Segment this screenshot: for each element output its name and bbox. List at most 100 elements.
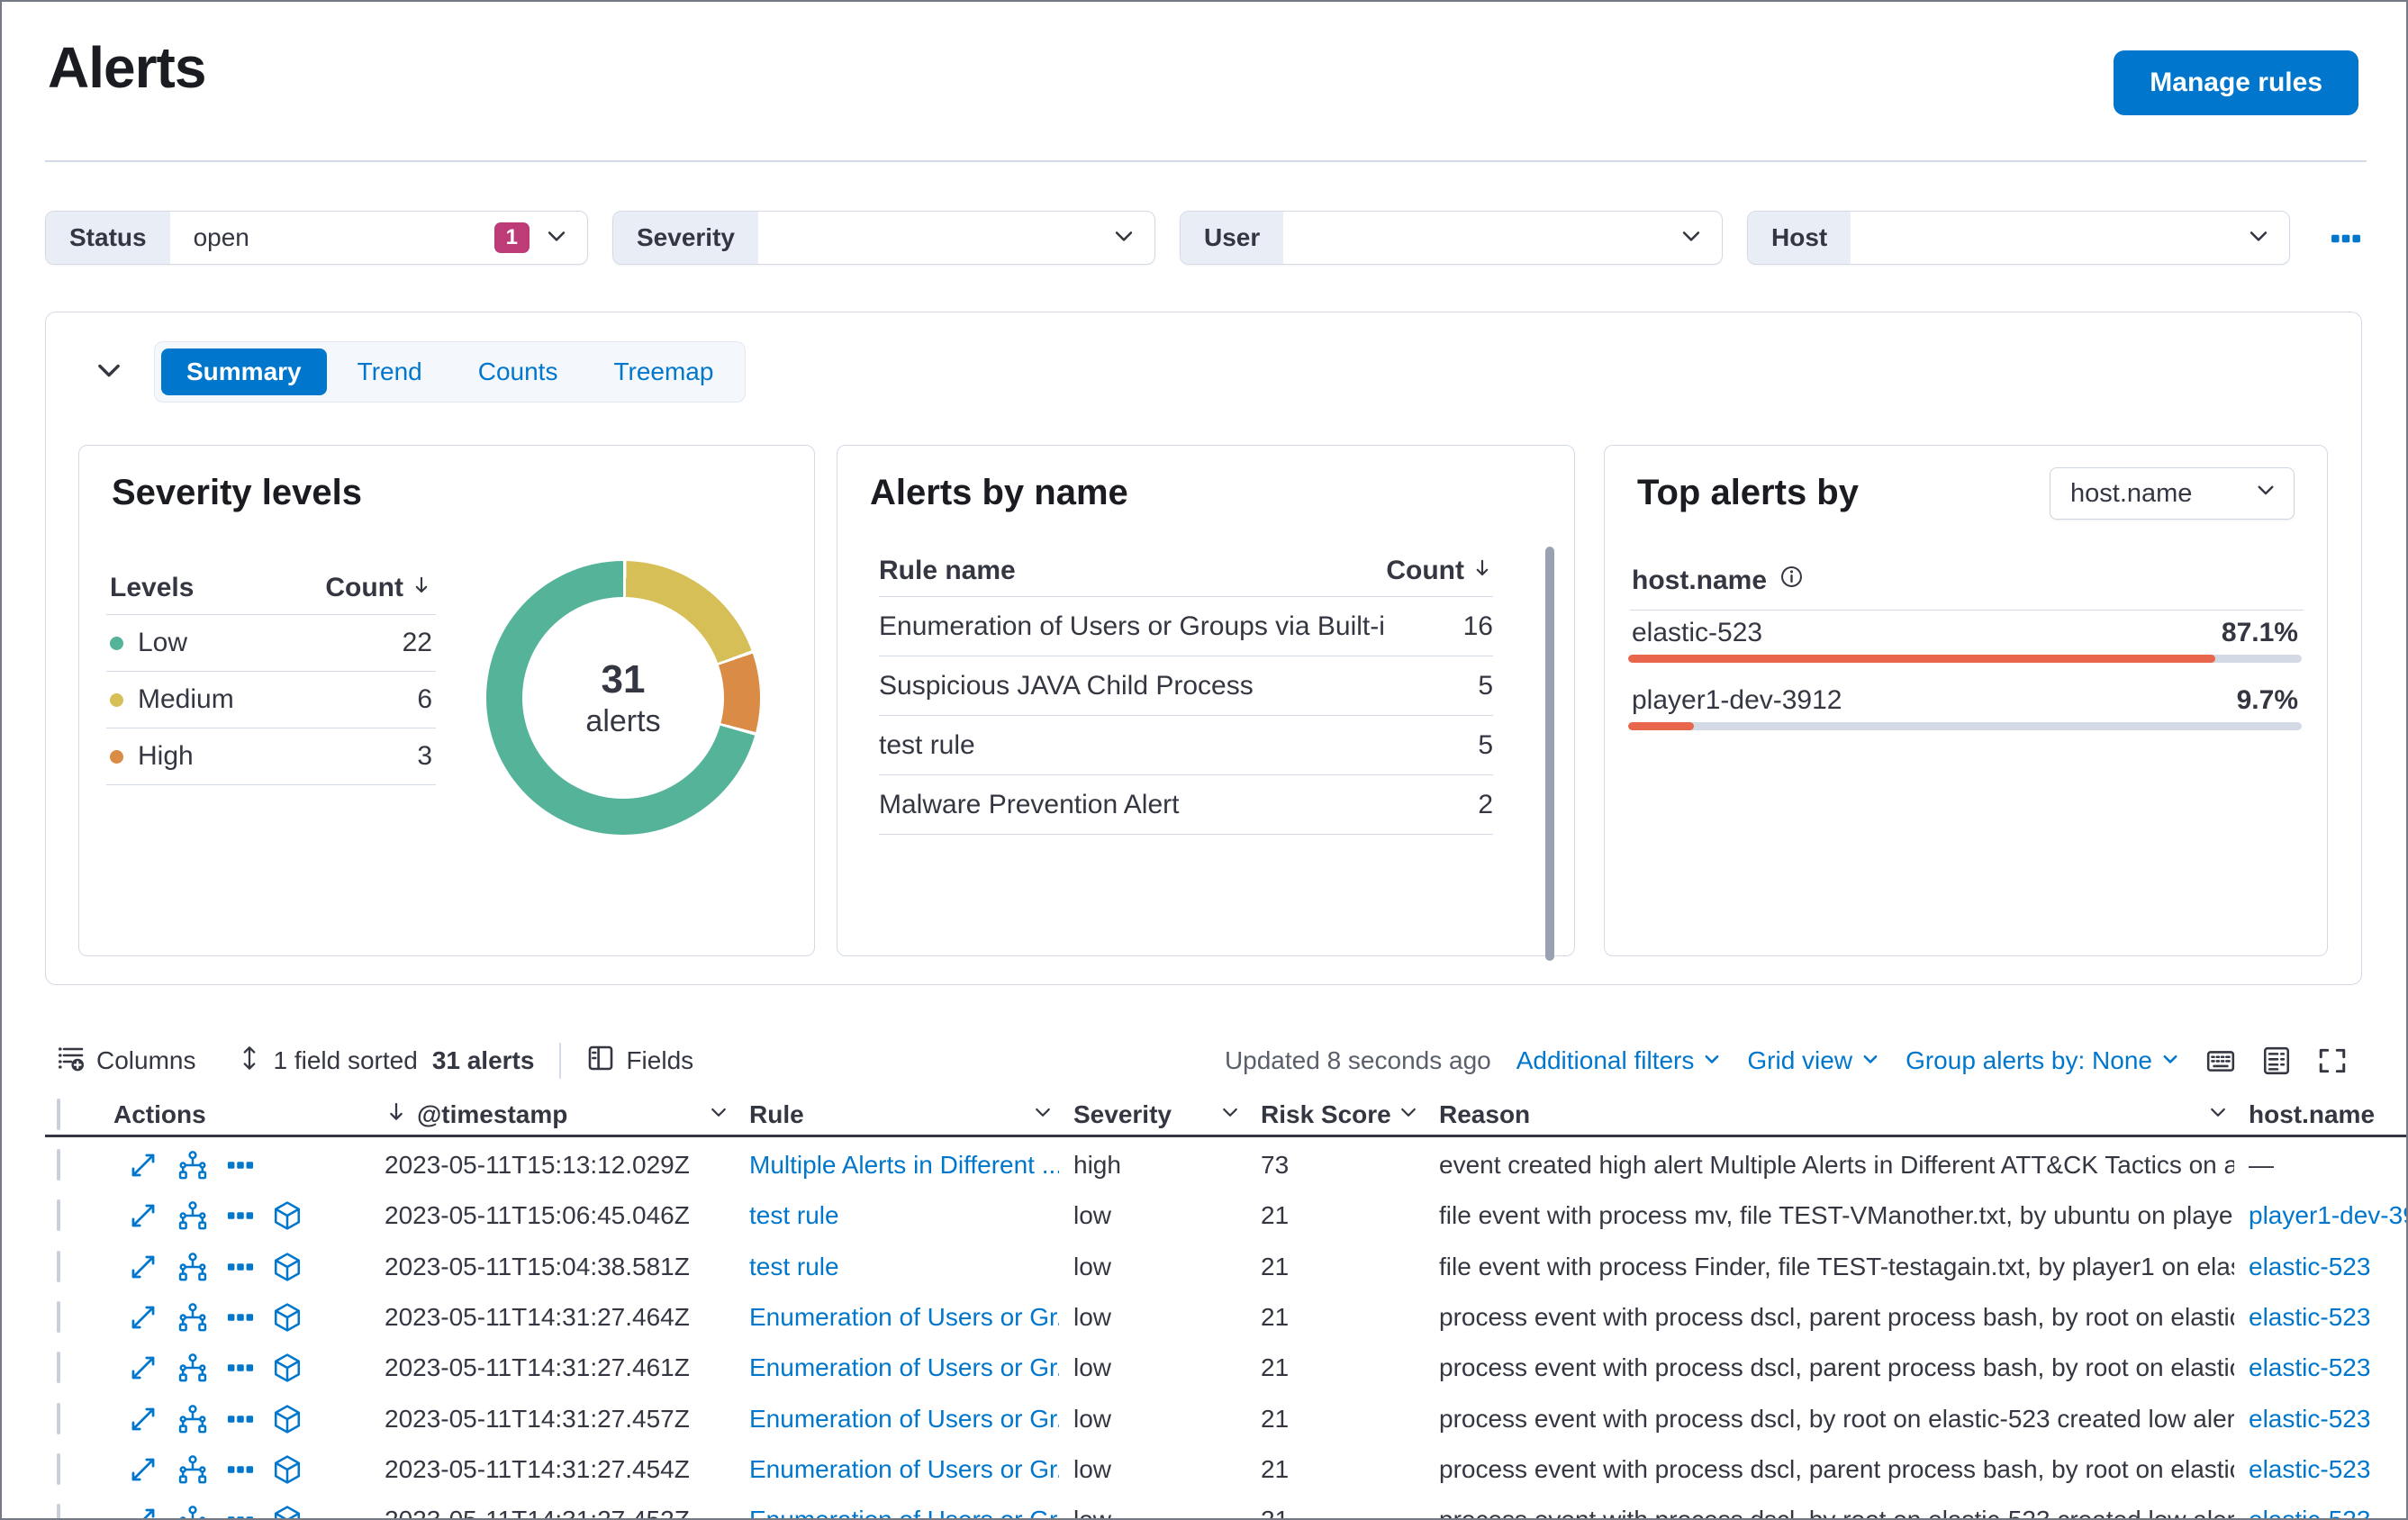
column-header[interactable]: host.name [2234, 1100, 2406, 1129]
analyze-event-icon[interactable] [177, 1301, 209, 1334]
expand-alert-icon[interactable] [128, 1454, 158, 1485]
manage-rules-button[interactable]: Manage rules [2114, 50, 2358, 115]
session-view-icon[interactable] [272, 1252, 303, 1282]
host-name-cell[interactable]: elastic-523 [2234, 1506, 2406, 1518]
host-name-cell[interactable]: elastic-523 [2234, 1405, 2406, 1434]
more-actions-icon[interactable] [227, 1152, 254, 1179]
expand-alert-icon[interactable] [128, 1252, 158, 1282]
filter-group[interactable]: Host [1747, 211, 2290, 265]
session-view-icon[interactable] [272, 1404, 303, 1434]
host-name-cell[interactable]: elastic-523 [2234, 1455, 2406, 1484]
select-all-checkbox[interactable] [57, 1099, 60, 1130]
analyze-event-icon[interactable] [177, 1199, 209, 1232]
tab[interactable]: Counts [453, 348, 584, 395]
severity-cell: low [1073, 1454, 1112, 1483]
alert-row: 2023-05-11T14:31:27.464Z Enumeration of … [45, 1292, 2406, 1343]
rule-link[interactable]: test rule [735, 1201, 1059, 1230]
rule-link[interactable]: Enumeration of Users or Gr... [735, 1405, 1059, 1434]
expand-alert-icon[interactable] [128, 1200, 158, 1231]
tab[interactable]: Trend [332, 348, 448, 395]
rule-link[interactable]: Enumeration of Users or Gr... [735, 1353, 1059, 1382]
expand-alert-icon[interactable] [128, 1302, 158, 1333]
more-actions-icon[interactable] [227, 1304, 254, 1331]
count-column-header[interactable]: Count [1386, 556, 1493, 586]
host-name-cell[interactable]: elastic-523 [2234, 1353, 2406, 1382]
row-checkbox[interactable] [57, 1504, 60, 1518]
top-alerts-field-select[interactable]: host.name [2050, 467, 2295, 520]
analyze-event-icon[interactable] [177, 1403, 209, 1435]
analyze-event-icon[interactable] [177, 1504, 209, 1518]
group-alerts-button[interactable]: Group alerts by: None [1906, 1046, 2180, 1075]
chevron-down-icon[interactable] [708, 1100, 729, 1129]
column-header[interactable]: @timestamp [370, 1100, 735, 1130]
expand-alert-icon[interactable] [128, 1353, 158, 1383]
host-name-cell[interactable]: elastic-523 [2234, 1303, 2406, 1332]
chevron-down-icon[interactable] [1398, 1100, 1419, 1129]
chevron-down-icon[interactable] [1219, 1100, 1241, 1129]
row-checkbox[interactable] [57, 1250, 60, 1282]
grid-view-button[interactable]: Grid view [1747, 1046, 1880, 1075]
keyboard-shortcuts-icon[interactable] [2205, 1045, 2236, 1076]
rule-link[interactable]: Enumeration of Users or Gr... [735, 1506, 1059, 1518]
row-checkbox[interactable] [57, 1199, 60, 1232]
more-actions-icon[interactable] [227, 1253, 254, 1280]
row-density-icon[interactable] [2261, 1045, 2292, 1076]
more-actions-icon[interactable] [227, 1202, 254, 1229]
session-view-icon[interactable] [272, 1505, 303, 1518]
rule-link[interactable]: Enumeration of Users or Gr... [735, 1303, 1059, 1332]
rule-link[interactable]: test rule [735, 1253, 1059, 1281]
tab[interactable]: Summary [161, 348, 327, 395]
reason-cell: file event with process Finder, file TES… [1439, 1252, 2234, 1280]
tab[interactable]: Treemap [588, 348, 738, 395]
column-header-label: host.name [2249, 1100, 2376, 1128]
row-checkbox[interactable] [57, 1452, 60, 1485]
analyze-event-icon[interactable] [177, 1149, 209, 1181]
expand-alert-icon[interactable] [128, 1404, 158, 1434]
column-header[interactable]: Reason [1425, 1100, 2234, 1129]
filters-more-icon[interactable] [2331, 225, 2372, 252]
analyze-event-icon[interactable] [177, 1453, 209, 1486]
expand-alert-icon[interactable] [128, 1150, 158, 1181]
more-actions-icon[interactable] [227, 1354, 254, 1381]
scrollbar-thumb[interactable] [1545, 547, 1554, 961]
row-checkbox[interactable] [57, 1352, 60, 1384]
host-name-cell[interactable]: — [2234, 1151, 2406, 1180]
session-view-icon[interactable] [272, 1454, 303, 1485]
row-checkbox[interactable] [57, 1149, 60, 1181]
rule-link[interactable]: Multiple Alerts in Different ... [735, 1151, 1059, 1180]
column-header[interactable]: Severity [1059, 1100, 1246, 1129]
chevron-down-icon[interactable] [2207, 1100, 2229, 1129]
host-name-cell[interactable]: elastic-523 [2234, 1253, 2406, 1281]
host-name-cell[interactable]: player1-dev-3912 [2234, 1201, 2406, 1230]
filter-label: User [1181, 212, 1284, 264]
session-view-icon[interactable] [272, 1302, 303, 1333]
fullscreen-icon[interactable] [2317, 1045, 2348, 1076]
expand-alert-icon[interactable] [128, 1505, 158, 1518]
count-column-header[interactable]: Count [325, 573, 432, 603]
analyze-event-icon[interactable] [177, 1352, 209, 1384]
rule-link[interactable]: Enumeration of Users or Gr... [735, 1455, 1059, 1484]
row-checkbox[interactable] [57, 1402, 60, 1434]
column-header[interactable]: Risk Score [1246, 1100, 1425, 1129]
column-header[interactable]: Actions [113, 1100, 370, 1129]
column-header[interactable]: Rule [735, 1100, 1059, 1129]
analyze-event-icon[interactable] [177, 1251, 209, 1283]
more-actions-icon[interactable] [227, 1456, 254, 1483]
session-view-icon[interactable] [272, 1200, 303, 1231]
session-view-icon[interactable] [272, 1353, 303, 1383]
sorted-fields-button[interactable]: 1 field sorted [237, 1045, 418, 1077]
column-header-label: @timestamp [417, 1100, 568, 1128]
chevron-down-icon[interactable] [1032, 1100, 1054, 1129]
risk-score-cell: 73 [1261, 1151, 1290, 1180]
filter-group[interactable]: User [1180, 211, 1723, 265]
additional-filters-button[interactable]: Additional filters [1516, 1046, 1723, 1075]
more-actions-icon[interactable] [227, 1406, 254, 1433]
info-icon[interactable] [1779, 565, 1804, 596]
fields-button[interactable]: Fields [586, 1044, 693, 1079]
columns-button[interactable]: Columns [57, 1044, 195, 1079]
more-actions-icon[interactable] [227, 1506, 254, 1518]
filter-group[interactable]: Severity [612, 211, 1155, 265]
row-checkbox[interactable] [57, 1301, 60, 1334]
filter-group[interactable]: Status open 1 [45, 211, 588, 265]
collapse-chevron-icon[interactable] [93, 354, 125, 391]
